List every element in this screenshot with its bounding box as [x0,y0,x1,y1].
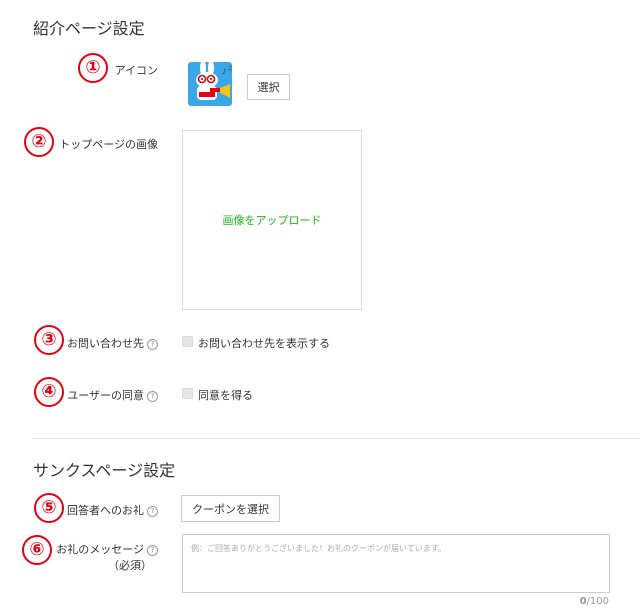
svg-text:♫: ♫ [227,65,232,72]
counter-max: /100 [586,596,609,607]
message-label-text: お礼のメッセージ [56,543,144,556]
contact-label-text: お問い合わせ先 [67,337,144,350]
contact-show-checkbox-label[interactable]: お問い合わせ先を表示する [198,335,330,351]
counter-current: 0 [579,596,587,607]
top-image-field-label: トップページの画像 [59,138,158,151]
message-field-label: お礼のメッセージ? [56,541,158,557]
intro-section-title: 紹介ページ設定 [33,19,145,38]
step-number-6: ⑥ [22,535,52,565]
character-counter: 0/100 [580,596,609,607]
consent-field-label: ユーザーの同意? [67,387,158,403]
contact-field-label: お問い合わせ先? [67,335,158,351]
step-number-4: ④ [34,377,64,407]
step-number-2: ② [24,127,54,157]
thanks-section-title: サンクスページ設定 [33,461,176,480]
step-number-1: ① [78,53,108,83]
help-icon[interactable]: ? [147,506,158,517]
image-upload-link[interactable]: 画像をアップロード [182,212,362,228]
select-coupon-button[interactable]: クーポンを選択 [181,495,280,522]
step-number-3: ③ [34,325,64,355]
help-icon[interactable]: ? [147,339,158,350]
consent-checkbox-label[interactable]: 同意を得る [198,387,253,403]
thanks-message-textarea[interactable] [182,534,610,593]
reward-field-label: 回答者へのお礼? [67,502,158,518]
icon-field-label: アイコン [114,64,158,77]
consent-label-text: ユーザーの同意 [67,389,144,402]
required-indicator: （必須） [108,559,152,572]
section-divider [33,438,640,439]
icon-select-button[interactable]: 選択 [247,74,290,100]
step-number-5: ⑤ [34,493,64,523]
help-icon[interactable]: ? [147,391,158,402]
help-icon[interactable]: ? [147,545,158,556]
consent-checkbox[interactable] [182,388,193,399]
reward-label-text: 回答者へのお礼 [67,504,144,517]
bunny-character-icon: ♪ ♫ [186,60,234,108]
contact-show-checkbox[interactable] [182,336,193,347]
svg-text:♪: ♪ [222,68,226,76]
